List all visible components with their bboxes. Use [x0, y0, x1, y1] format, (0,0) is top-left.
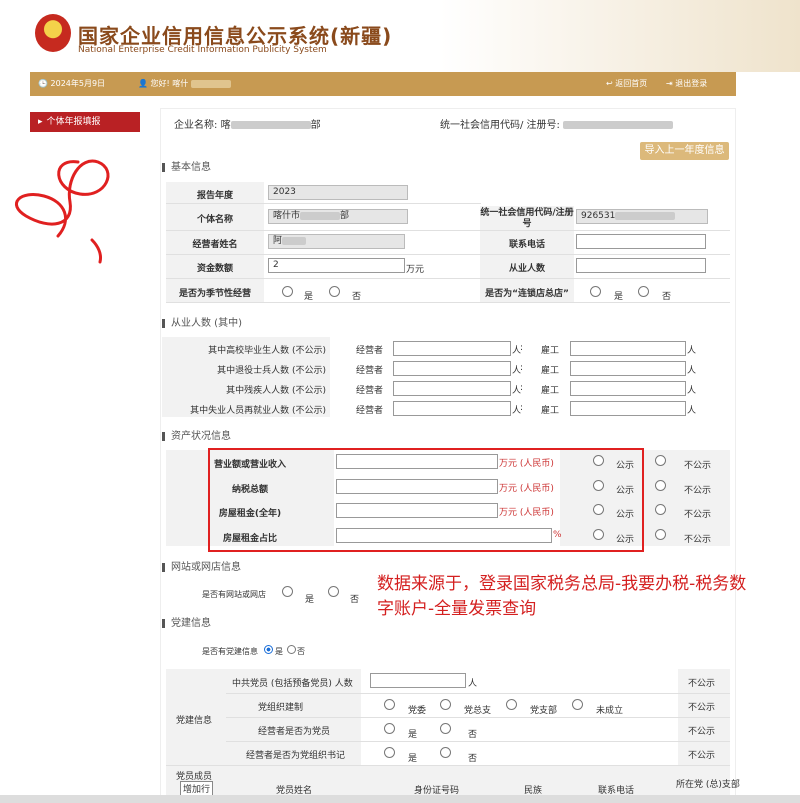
arrow-right-icon: ▸	[38, 117, 43, 127]
operator-name-field[interactable]: 阿	[268, 234, 405, 249]
user-icon: 👤	[138, 79, 148, 88]
individual-name-field[interactable]: 喀什市部	[268, 209, 408, 224]
add-row-button[interactable]: 增加行	[180, 781, 214, 796]
section-party: 党建信息	[162, 614, 211, 629]
is-member-no-radio[interactable]	[440, 723, 451, 734]
party-members-input[interactable]	[370, 673, 466, 688]
party-org-radio[interactable]	[440, 699, 451, 710]
annotation-highlight-box	[208, 448, 644, 552]
horizontal-scrollbar[interactable]	[0, 795, 800, 803]
employee-staff-input[interactable]	[570, 381, 686, 396]
company-name-row: 企业名称: 喀部	[174, 120, 321, 131]
site-subtitle: National Enterprise Credit Information P…	[78, 45, 327, 55]
is-secretary-yes-radio[interactable]	[384, 747, 395, 758]
logout-link[interactable]: ⇥ 退出登录	[666, 72, 707, 96]
employee-operator-input[interactable]	[393, 361, 511, 376]
phone-input[interactable]	[576, 234, 706, 249]
employee-row-label: 其中退役士兵人数 (不公示)	[217, 366, 326, 376]
employee-row-label: 其中失业人员再就业人数 (不公示)	[190, 406, 326, 416]
asset-not-public-radio[interactable]	[655, 504, 666, 515]
credit-code-field[interactable]: 926531	[576, 209, 708, 224]
is-secretary-no-radio[interactable]	[440, 747, 451, 758]
employee-operator-input[interactable]	[393, 401, 511, 416]
home-link[interactable]: ↩ 返回首页	[606, 72, 647, 96]
asset-not-public-radio[interactable]	[655, 479, 666, 491]
nav-greeting: 👤 您好! 喀什	[138, 72, 231, 96]
section-employees: 从业人数 (其中)	[162, 314, 242, 329]
employee-staff-input[interactable]	[570, 361, 686, 376]
back-icon: ↩	[606, 79, 613, 88]
chain-no-radio[interactable]	[638, 286, 649, 297]
red-scribble	[14, 159, 110, 264]
logout-icon: ⇥	[666, 79, 673, 88]
report-year-field[interactable]: 2023	[268, 185, 408, 200]
section-website: 网站或网店信息	[162, 558, 241, 573]
members-col-header: 所在党 (总)支部	[676, 780, 740, 790]
website-yes-radio[interactable]	[282, 586, 293, 597]
asset-not-public-radio[interactable]	[655, 528, 666, 540]
asset-not-public-radio[interactable]	[655, 455, 666, 466]
capital-input[interactable]: 2	[268, 258, 405, 273]
section-assets: 资产状况信息	[162, 427, 231, 442]
clock-icon: 🕒	[38, 79, 48, 88]
party-org-radio[interactable]	[506, 699, 517, 710]
credit-code-row: 统一社会信用代码/ 注册号:	[440, 116, 674, 131]
party-yes-radio[interactable]	[264, 645, 273, 654]
sidebar-item-annual-report[interactable]: ▸ 个体年报填报	[30, 112, 140, 132]
employee-staff-input[interactable]	[570, 341, 686, 356]
import-last-year-button[interactable]: 导入上一年度信息	[640, 142, 729, 160]
employee-staff-input[interactable]	[570, 401, 686, 416]
website-no-radio[interactable]	[328, 586, 339, 597]
party-org-radio[interactable]	[572, 699, 583, 710]
party-no-radio[interactable]	[287, 645, 296, 654]
section-basic-info: 基本信息	[162, 158, 211, 173]
employee-operator-input[interactable]	[393, 341, 511, 356]
employee-row-label: 其中高校毕业生人数 (不公示)	[208, 346, 326, 356]
site-header: ★ 国家企业信用信息公示系统(新疆) National Enterprise C…	[0, 0, 800, 72]
top-navbar: 🕒 2024年5月9日 👤 您好! 喀什 ↩ 返回首页 ⇥ 退出登录	[30, 72, 736, 96]
chain-yes-radio[interactable]	[590, 286, 601, 297]
national-emblem-icon: ★	[35, 14, 71, 52]
employee-row-label: 其中残疾人人数 (不公示)	[226, 386, 326, 396]
party-org-radio[interactable]	[384, 699, 395, 710]
employee-operator-input[interactable]	[393, 381, 511, 396]
employees-input[interactable]	[576, 258, 706, 273]
is-member-yes-radio[interactable]	[384, 723, 395, 734]
seasonal-yes-radio[interactable]	[282, 286, 293, 297]
nav-date: 🕒 2024年5月9日	[38, 79, 106, 88]
annotation-text: 数据来源于，登录国家税务总局-我要办税-税务数字账户-全量发票查询	[377, 574, 747, 619]
seasonal-no-radio[interactable]	[329, 286, 340, 297]
